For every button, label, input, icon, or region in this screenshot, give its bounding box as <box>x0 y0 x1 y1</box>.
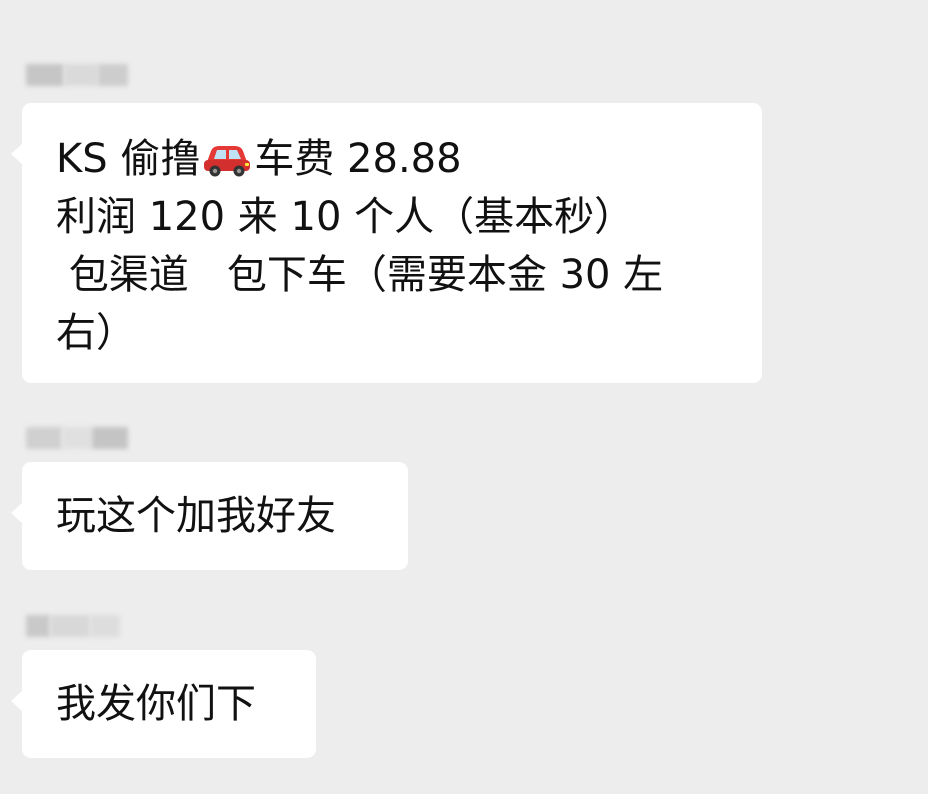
message-bubble[interactable]: 我发你们下 <box>11 650 316 758</box>
message-line: 玩这个加我好友 <box>56 493 336 539</box>
sender-name-blurred <box>26 421 128 455</box>
sender-name-blurred <box>26 609 120 643</box>
red-car-icon <box>204 146 251 177</box>
chat-conversation: KS 偷撸 车费 28.88 利润 120 来 10 个人（基本秒） 包渠道 包下… <box>0 0 928 794</box>
message-line: KS 偷撸 车费 28.88 <box>56 136 462 182</box>
message-line: 右） <box>56 310 136 356</box>
sender-name-blurred <box>26 58 128 92</box>
message-line: 利润 120 来 10 个人（基本秒） <box>56 194 635 240</box>
message-bubble[interactable]: KS 偷撸 车费 28.88 利润 120 来 10 个人（基本秒） 包渠道 包下… <box>11 103 762 383</box>
message-line: 包渠道 包下车（需要本金 30 左 <box>56 252 664 298</box>
message-bubble[interactable]: 玩这个加我好友 <box>11 462 408 570</box>
message-line: 我发你们下 <box>56 681 256 727</box>
